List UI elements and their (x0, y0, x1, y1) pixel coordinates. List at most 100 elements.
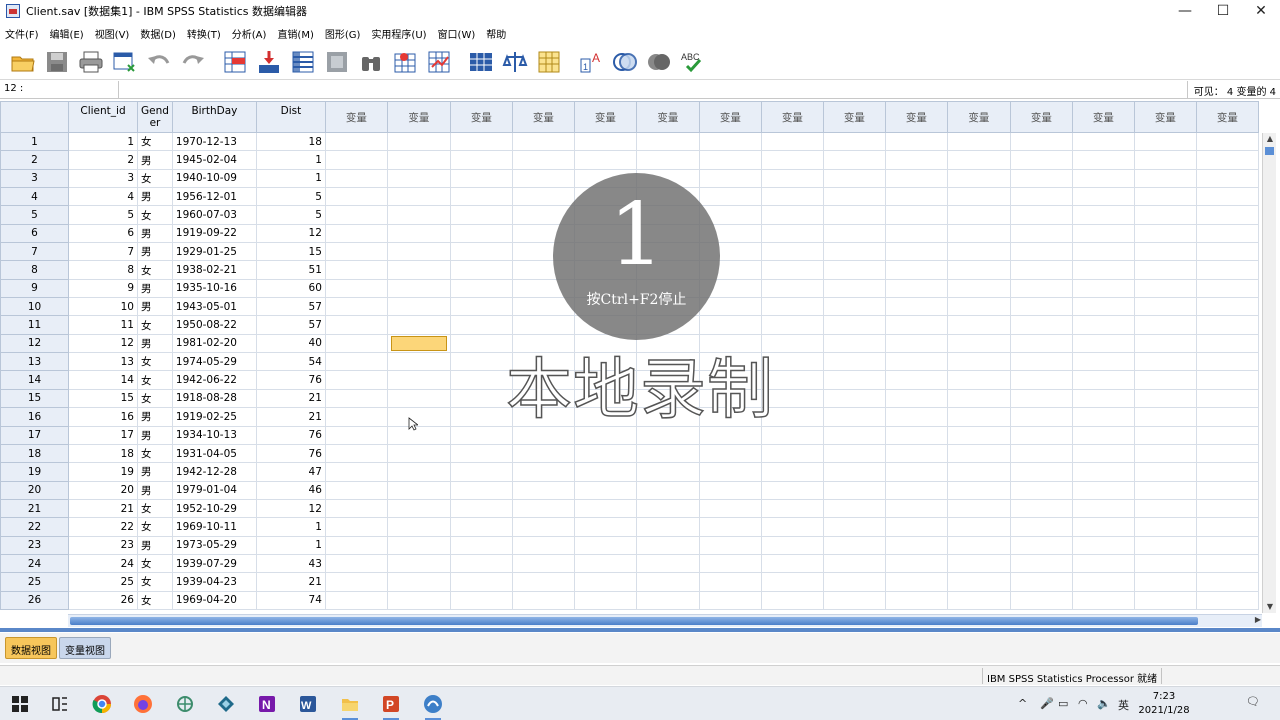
empty-cell[interactable] (324, 462, 388, 482)
empty-cell[interactable] (1009, 278, 1073, 299)
empty-cell[interactable] (760, 572, 824, 592)
empty-cell[interactable] (449, 260, 513, 280)
empty-cell[interactable] (324, 407, 388, 427)
empty-cell[interactable] (946, 462, 1011, 482)
empty-cell[interactable] (324, 388, 388, 409)
task-view-icon[interactable] (49, 693, 71, 715)
empty-cell[interactable] (386, 205, 451, 225)
empty-cell[interactable] (386, 131, 451, 152)
empty-cell[interactable] (635, 150, 700, 170)
microphone-icon[interactable]: 🎤 (1040, 697, 1054, 710)
empty-cell[interactable] (884, 572, 948, 592)
empty-cell[interactable] (884, 407, 948, 427)
client-id-cell[interactable]: 19 (68, 462, 138, 482)
empty-variable-header[interactable]: 变量 (760, 101, 824, 133)
empty-cell[interactable] (760, 278, 824, 299)
empty-cell[interactable] (1009, 462, 1073, 482)
menu-view[interactable]: 视图(V) (95, 26, 130, 41)
gender-cell[interactable]: 女 (137, 260, 173, 280)
empty-cell[interactable] (324, 223, 388, 244)
row-number[interactable]: 10 (0, 297, 69, 317)
undo-icon[interactable] (144, 47, 174, 77)
empty-cell[interactable] (698, 462, 762, 482)
dist-cell[interactable]: 12 (255, 498, 326, 519)
birthday-cell[interactable]: 1940-10-09 (171, 168, 257, 189)
empty-cell[interactable] (1195, 590, 1259, 610)
empty-cell[interactable] (760, 553, 824, 574)
empty-cell[interactable] (1195, 278, 1259, 299)
empty-cell[interactable] (1071, 352, 1135, 372)
empty-cell[interactable] (946, 242, 1011, 262)
empty-cell[interactable] (1195, 260, 1259, 280)
empty-cell[interactable] (822, 223, 886, 244)
row-number[interactable]: 18 (0, 443, 69, 464)
dist-cell[interactable]: 43 (255, 553, 326, 574)
empty-cell[interactable] (884, 278, 948, 299)
birthday-cell[interactable]: 1945-02-04 (171, 150, 257, 170)
birthday-cell[interactable]: 1956-12-01 (171, 187, 257, 207)
empty-cell[interactable] (635, 498, 700, 519)
row-number[interactable]: 6 (0, 223, 69, 244)
client-id-cell[interactable]: 11 (68, 315, 138, 335)
empty-cell[interactable] (324, 150, 388, 170)
dist-cell[interactable]: 74 (255, 590, 326, 610)
empty-cell[interactable] (760, 242, 824, 262)
dist-cell[interactable]: 76 (255, 425, 326, 445)
empty-variable-header[interactable]: 变量 (324, 101, 388, 133)
empty-cell[interactable] (1071, 388, 1135, 409)
empty-cell[interactable] (822, 535, 886, 555)
empty-cell[interactable] (760, 168, 824, 189)
empty-cell[interactable] (698, 443, 762, 464)
row-number[interactable]: 4 (0, 187, 69, 207)
empty-cell[interactable] (822, 352, 886, 372)
empty-cell[interactable] (386, 462, 451, 482)
empty-cell[interactable] (698, 498, 762, 519)
empty-cell[interactable] (1071, 370, 1135, 390)
empty-cell[interactable] (511, 517, 575, 537)
empty-cell[interactable] (822, 407, 886, 427)
empty-cell[interactable] (946, 352, 1011, 372)
scroll-right-icon[interactable]: ▶ (1255, 615, 1261, 624)
empty-cell[interactable] (1195, 297, 1259, 317)
empty-cell[interactable] (822, 425, 886, 445)
scroll-down-icon[interactable]: ▼ (1264, 602, 1276, 612)
empty-cell[interactable] (573, 150, 637, 170)
gender-cell[interactable]: 女 (137, 205, 173, 225)
empty-cell[interactable] (1009, 352, 1073, 372)
empty-cell[interactable] (822, 150, 886, 170)
empty-cell[interactable] (946, 260, 1011, 280)
empty-variable-header[interactable]: 变量 (822, 101, 886, 133)
empty-cell[interactable] (324, 590, 388, 610)
empty-cell[interactable] (1195, 425, 1259, 445)
file-explorer-icon[interactable] (339, 693, 361, 720)
empty-variable-header[interactable]: 变量 (1195, 101, 1259, 133)
dist-cell[interactable]: 21 (255, 407, 326, 427)
empty-cell[interactable] (1009, 260, 1073, 280)
empty-cell[interactable] (760, 150, 824, 170)
gender-cell[interactable]: 男 (137, 333, 173, 354)
empty-cell[interactable] (449, 462, 513, 482)
empty-cell[interactable] (1071, 333, 1135, 354)
empty-cell[interactable] (386, 278, 451, 299)
empty-cell[interactable] (946, 498, 1011, 519)
empty-cell[interactable] (1009, 315, 1073, 335)
empty-cell[interactable] (1009, 572, 1073, 592)
empty-cell[interactable] (1195, 480, 1259, 500)
empty-cell[interactable] (1071, 517, 1135, 537)
empty-cell[interactable] (449, 517, 513, 537)
empty-cell[interactable] (884, 553, 948, 574)
gender-cell[interactable]: 男 (137, 223, 173, 244)
empty-cell[interactable] (1071, 498, 1135, 519)
volume-icon[interactable]: 🔈 (1097, 697, 1111, 710)
gender-cell[interactable]: 男 (137, 297, 173, 317)
birthday-cell[interactable]: 1960-07-03 (171, 205, 257, 225)
empty-variable-header[interactable]: 变量 (1071, 101, 1135, 133)
gender-cell[interactable]: 男 (137, 535, 173, 555)
row-number[interactable]: 11 (0, 315, 69, 335)
powerpoint-icon[interactable]: P (380, 693, 402, 720)
dist-cell[interactable]: 76 (255, 370, 326, 390)
empty-cell[interactable] (635, 517, 700, 537)
empty-cell[interactable] (1071, 205, 1135, 225)
empty-cell[interactable] (1071, 407, 1135, 427)
empty-cell[interactable] (1195, 150, 1259, 170)
